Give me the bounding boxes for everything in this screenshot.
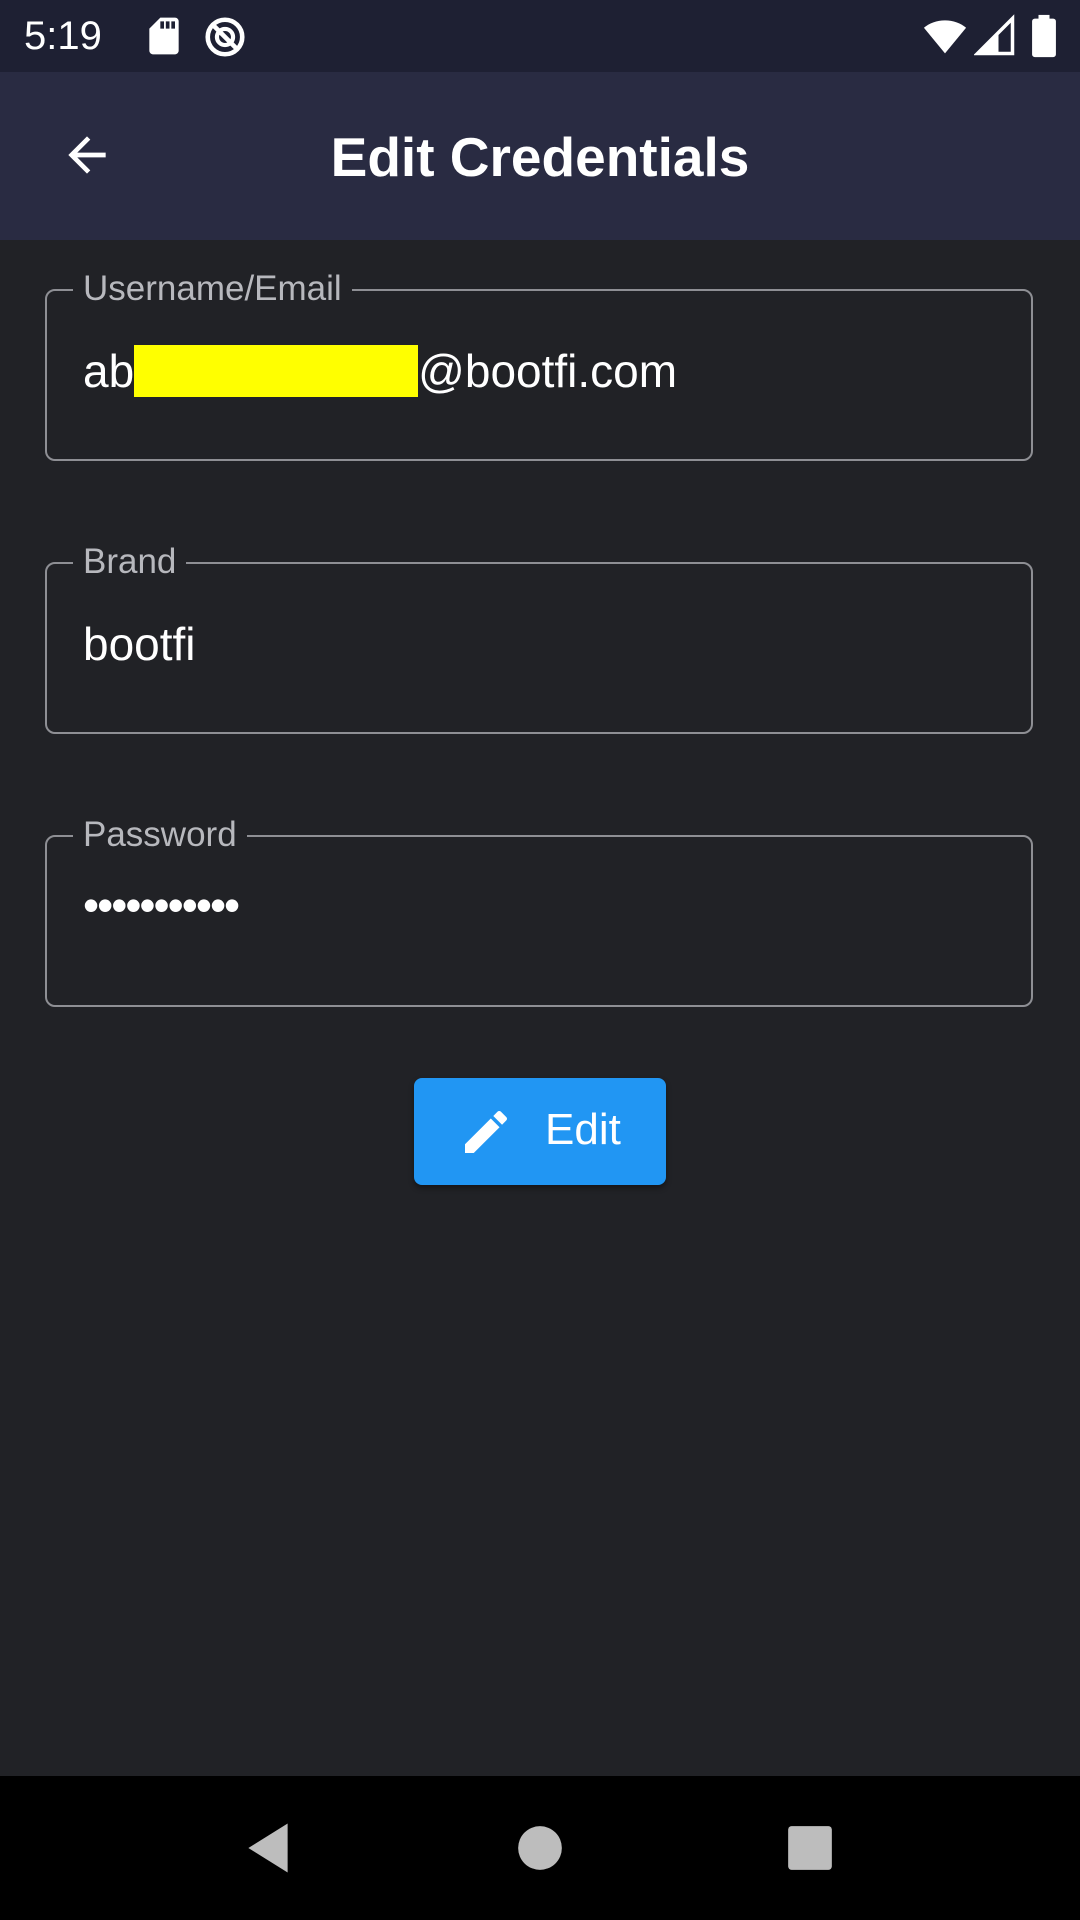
nav-back-button[interactable] [218, 1798, 318, 1898]
brand-value[interactable]: bootfi [83, 616, 1001, 672]
nav-home-icon [518, 1826, 562, 1870]
password-field[interactable]: Password ••••••••••• [45, 815, 1033, 1007]
edit-button-label: Edit [545, 1105, 621, 1154]
screen: 5:19 Edit Credentials Username/Email ab … [0, 0, 1080, 1920]
username-value-suffix: @bootfi.com [418, 345, 678, 397]
username-value-prefix: ab [83, 345, 135, 397]
app-bar: Edit Credentials [0, 72, 1080, 240]
username-label: Username/Email [73, 269, 352, 309]
do-not-disturb-icon [202, 14, 246, 58]
brand-field[interactable]: Brand bootfi [45, 542, 1033, 734]
brand-label: Brand [73, 542, 187, 582]
sd-card-icon [142, 14, 186, 58]
username-field[interactable]: Username/Email ab @bootfi.com [45, 269, 1033, 461]
status-time: 5:19 [24, 14, 102, 58]
pencil-icon [465, 1110, 508, 1153]
navigation-bar [0, 1776, 1080, 1920]
cell-signal-icon [973, 14, 1018, 58]
nav-home-button[interactable] [490, 1798, 590, 1898]
battery-icon [1030, 14, 1058, 58]
wifi-icon [922, 14, 967, 58]
nav-back-icon [248, 1823, 288, 1873]
nav-recents-icon [788, 1826, 832, 1870]
username-value[interactable]: ab @bootfi.com [83, 343, 1001, 399]
password-value[interactable]: ••••••••••• [83, 877, 1001, 933]
edit-button[interactable]: Edit [414, 1078, 666, 1185]
nav-recents-button[interactable] [760, 1798, 860, 1898]
page-title: Edit Credentials [330, 126, 750, 188]
password-label: Password [73, 815, 247, 855]
redaction-block [134, 345, 419, 397]
status-bar: 5:19 [0, 0, 1080, 72]
